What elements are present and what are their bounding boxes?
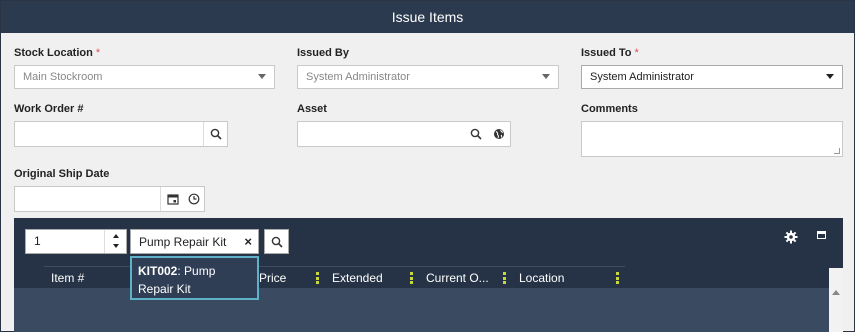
- calendar-icon[interactable]: [160, 187, 184, 211]
- column-label: Current O...: [426, 270, 489, 285]
- dialog-title: Issue Items: [1, 1, 854, 33]
- item-search-button[interactable]: [264, 229, 289, 254]
- stock-location-select[interactable]: Main Stockroom: [14, 65, 275, 89]
- issued-by-select[interactable]: System Administrator: [297, 65, 559, 89]
- work-order-field[interactable]: [14, 121, 228, 147]
- stock-location-value: Main Stockroom: [23, 71, 103, 83]
- stock-location-label: Stock Location *: [14, 47, 101, 59]
- globe-icon[interactable]: [487, 122, 511, 146]
- chevron-down-icon: [826, 74, 834, 79]
- chevron-down-icon[interactable]: [113, 244, 119, 248]
- quantity-stepper[interactable]: 1: [25, 229, 127, 254]
- chevron-down-icon: [258, 74, 266, 79]
- item-search-input[interactable]: Pump Repair Kit ×: [130, 229, 259, 254]
- grid-scrollbar[interactable]: [829, 268, 843, 332]
- comments-label: Comments: [581, 103, 638, 115]
- column-header-current-on-hand[interactable]: Current O...: [419, 266, 512, 288]
- autocomplete-code: KIT002: [138, 264, 178, 278]
- column-label: Extended: [332, 270, 383, 285]
- quantity-spinner[interactable]: [104, 230, 126, 253]
- column-header-item[interactable]: Item #: [44, 266, 130, 288]
- search-icon[interactable]: [203, 122, 227, 146]
- issued-by-value: System Administrator: [306, 71, 410, 83]
- column-header-price[interactable]: Price: [252, 266, 325, 288]
- chevron-down-icon: [542, 74, 550, 79]
- column-menu-icon[interactable]: [410, 272, 413, 284]
- issue-items-dialog: Issue Items Stock Location * Issued By Is…: [0, 0, 855, 332]
- chevron-up-icon[interactable]: [113, 234, 119, 238]
- column-label: Item #: [51, 270, 85, 285]
- issued-to-value: System Administrator: [590, 71, 694, 83]
- clock-icon[interactable]: [182, 187, 206, 211]
- original-ship-date-field[interactable]: [14, 186, 205, 212]
- column-menu-icon[interactable]: [316, 272, 319, 284]
- resize-handle[interactable]: [834, 148, 840, 154]
- work-order-label: Work Order #: [14, 103, 84, 115]
- issued-to-select[interactable]: System Administrator: [581, 65, 843, 89]
- scroll-up-icon[interactable]: [832, 290, 840, 295]
- quantity-value: 1: [34, 234, 41, 248]
- column-header-location[interactable]: Location: [512, 266, 625, 288]
- asset-label: Asset: [297, 103, 327, 115]
- required-marker: *: [634, 47, 639, 59]
- issued-by-label: Issued By: [297, 47, 349, 59]
- column-label: Location: [519, 270, 565, 285]
- item-autocomplete-option[interactable]: KIT002: Pump Repair Kit: [130, 256, 259, 300]
- asset-field[interactable]: [297, 121, 511, 147]
- issued-to-label: Issued To *: [581, 47, 639, 59]
- column-header-extended[interactable]: Extended: [325, 266, 419, 288]
- clear-icon[interactable]: ×: [244, 234, 252, 249]
- column-menu-icon[interactable]: [503, 272, 506, 284]
- column-menu-icon[interactable]: [616, 272, 619, 284]
- gear-icon[interactable]: [784, 230, 798, 244]
- search-icon[interactable]: [464, 122, 488, 146]
- original-ship-date-label: Original Ship Date: [14, 168, 110, 180]
- required-marker: *: [95, 47, 101, 59]
- maximize-icon[interactable]: [817, 231, 826, 239]
- search-icon: [271, 236, 283, 248]
- item-search-value: Pump Repair Kit: [139, 235, 227, 249]
- comments-textarea[interactable]: [581, 121, 843, 157]
- autocomplete-separator: :: [177, 264, 181, 278]
